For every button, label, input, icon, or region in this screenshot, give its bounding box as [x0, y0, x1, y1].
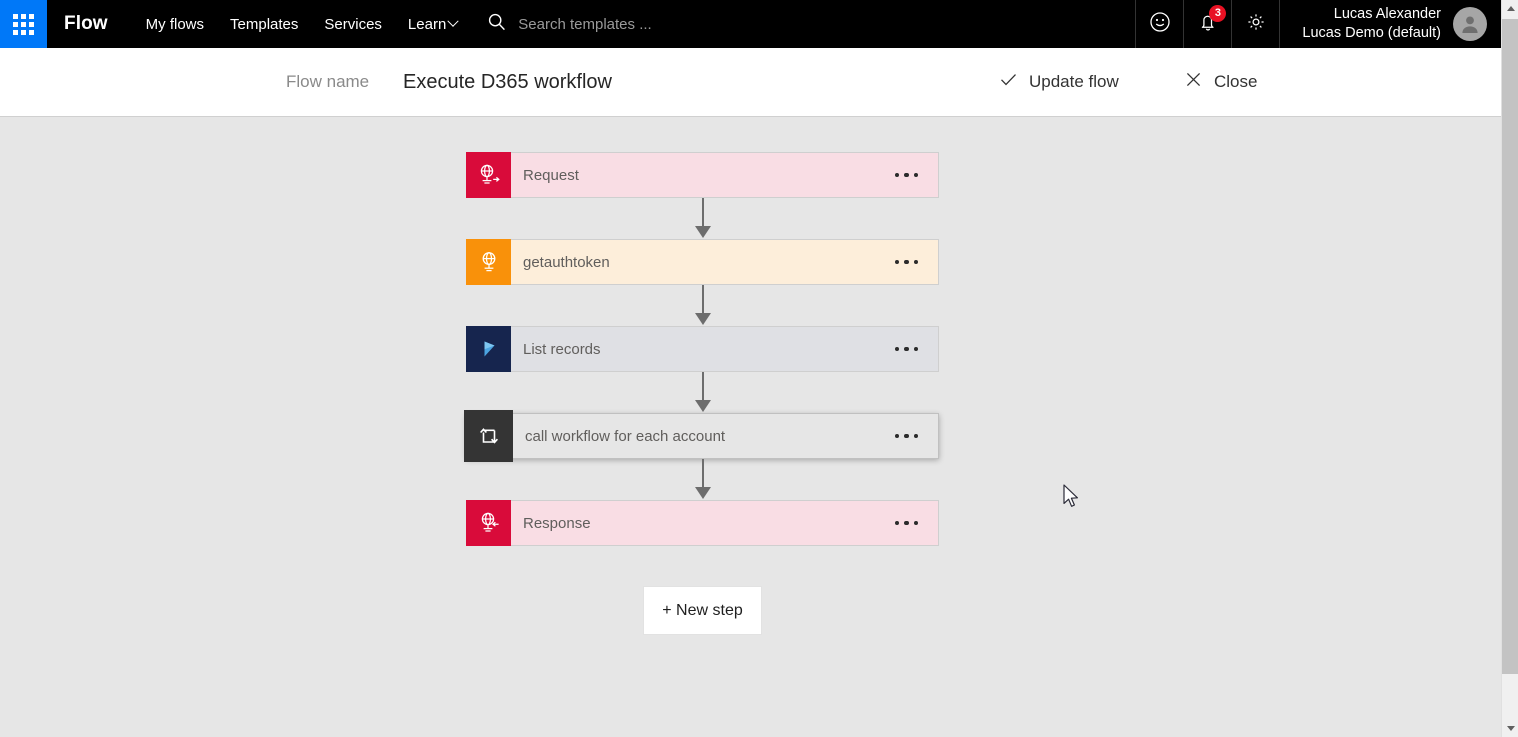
step-title: getauthtoken — [523, 253, 610, 271]
flow-designer-page: Flow My flows Templates Services Learn S… — [0, 0, 1518, 737]
step-icon-tile — [464, 410, 513, 462]
step-title: List records — [523, 340, 601, 358]
connector-line — [702, 285, 704, 316]
feedback-button[interactable] — [1135, 0, 1183, 48]
app-launcher-waffle-icon — [13, 13, 34, 35]
new-step-button[interactable]: + New step — [643, 586, 762, 635]
update-flow-button[interactable]: Update flow — [999, 70, 1119, 94]
arrow-head-icon — [695, 487, 711, 499]
settings-button[interactable] — [1231, 0, 1279, 48]
user-org: Lucas Demo (default) — [1302, 25, 1441, 41]
arrow-head-icon — [695, 226, 711, 238]
scrollbar-thumb[interactable] — [1502, 19, 1518, 674]
http-response-globe-icon — [481, 512, 499, 532]
designer-canvas: Request getauthtoken List records call w… — [0, 117, 1501, 737]
step-icon-tile — [466, 152, 511, 198]
step-card-body: getauthtoken — [511, 240, 938, 284]
flow-step-card-request[interactable]: Request — [466, 152, 939, 198]
nav-item-label: Templates — [230, 15, 299, 33]
designer-command-bar: Flow name Execute D365 workflow Update f… — [0, 48, 1501, 117]
suite-header-bar: Flow My flows Templates Services Learn S… — [0, 0, 1501, 48]
flow-name-label: Flow name — [286, 72, 370, 91]
step-icon-tile — [466, 326, 511, 372]
nav-item-learn[interactable]: Learn — [407, 15, 459, 33]
smiley-face-icon — [1148, 10, 1172, 39]
nav-item-label: My flows — [145, 15, 205, 33]
ellipsis-menu-icon[interactable] — [893, 515, 921, 532]
gear-icon — [1244, 10, 1268, 39]
user-text: Lucas Alexander Lucas Demo (default) — [1302, 5, 1441, 43]
flow-connector-arrow — [466, 459, 939, 500]
close-button[interactable]: Close — [1184, 70, 1257, 94]
arrow-head-icon — [695, 400, 711, 412]
new-step-area: + New step — [466, 586, 939, 635]
close-x-icon — [1184, 70, 1203, 94]
flow-connector-arrow — [466, 372, 939, 413]
nav-item-my-flows[interactable]: My flows — [146, 16, 204, 33]
page-scrollbar[interactable] — [1501, 0, 1518, 737]
avatar — [1453, 7, 1487, 41]
ellipsis-menu-icon[interactable] — [893, 428, 921, 445]
step-title: Request — [523, 166, 579, 184]
flow-step-list: Request getauthtoken List records call w… — [464, 152, 939, 635]
update-flow-label: Update flow — [1029, 72, 1119, 91]
nav-item-templates[interactable]: Templates — [230, 16, 298, 33]
suite-nav: My flows Templates Services Learn — [108, 0, 459, 48]
connector-line — [702, 198, 704, 229]
suite-actions: 3 Lucas Alexander Lucas Demo (default) — [1135, 0, 1501, 48]
ellipsis-menu-icon[interactable] — [893, 341, 921, 358]
checkmark-icon — [999, 70, 1018, 94]
flow-step-card-getauthtoken[interactable]: getauthtoken — [466, 239, 939, 285]
scroll-up-arrow-icon[interactable] — [1502, 0, 1518, 17]
step-card-body: Response — [511, 501, 938, 545]
flow-connector-arrow — [466, 285, 939, 326]
arrow-head-icon — [695, 313, 711, 325]
nav-item-services[interactable]: Services — [324, 16, 382, 33]
apply-to-each-loop-icon — [479, 428, 498, 444]
close-label: Close — [1214, 72, 1258, 91]
app-launcher-button[interactable] — [0, 0, 47, 48]
flow-connector-arrow — [466, 198, 939, 239]
scroll-down-arrow-icon[interactable] — [1502, 720, 1518, 737]
step-icon-tile — [466, 500, 511, 546]
notification-count-badge: 3 — [1209, 5, 1227, 22]
connector-line — [702, 372, 704, 403]
notifications-button[interactable]: 3 — [1183, 0, 1231, 48]
step-card-body: Request — [511, 153, 938, 197]
user-name: Lucas Alexander — [1333, 5, 1441, 22]
ellipsis-menu-icon[interactable] — [893, 167, 921, 184]
search-input[interactable] — [518, 15, 1136, 33]
user-account-button[interactable]: Lucas Alexander Lucas Demo (default) — [1279, 0, 1501, 48]
nav-item-label: Learn — [407, 15, 447, 33]
person-avatar-icon — [1462, 16, 1478, 33]
step-title: call workflow for each account — [525, 427, 726, 445]
flow-step-card-list-records[interactable]: List records — [466, 326, 939, 372]
connector-line — [702, 459, 704, 490]
nav-item-label: Services — [324, 15, 382, 33]
step-icon-tile — [466, 239, 511, 285]
search-icon — [487, 12, 507, 37]
search-area — [457, 0, 1136, 48]
http-request-globe-icon — [480, 164, 500, 184]
ellipsis-menu-icon[interactable] — [893, 254, 921, 271]
dynamics365-play-icon — [484, 341, 494, 357]
step-title: Response — [523, 514, 591, 532]
flow-step-card-call-workflow-for-each-account[interactable]: call workflow for each account — [464, 410, 939, 462]
http-globe-icon — [482, 252, 495, 272]
step-card-body: List records — [511, 327, 938, 371]
flow-step-card-response[interactable]: Response — [466, 500, 939, 546]
brand-flow-label[interactable]: Flow — [47, 0, 108, 48]
step-card-body: call workflow for each account — [513, 414, 938, 458]
flow-name-value[interactable]: Execute D365 workflow — [403, 71, 612, 94]
